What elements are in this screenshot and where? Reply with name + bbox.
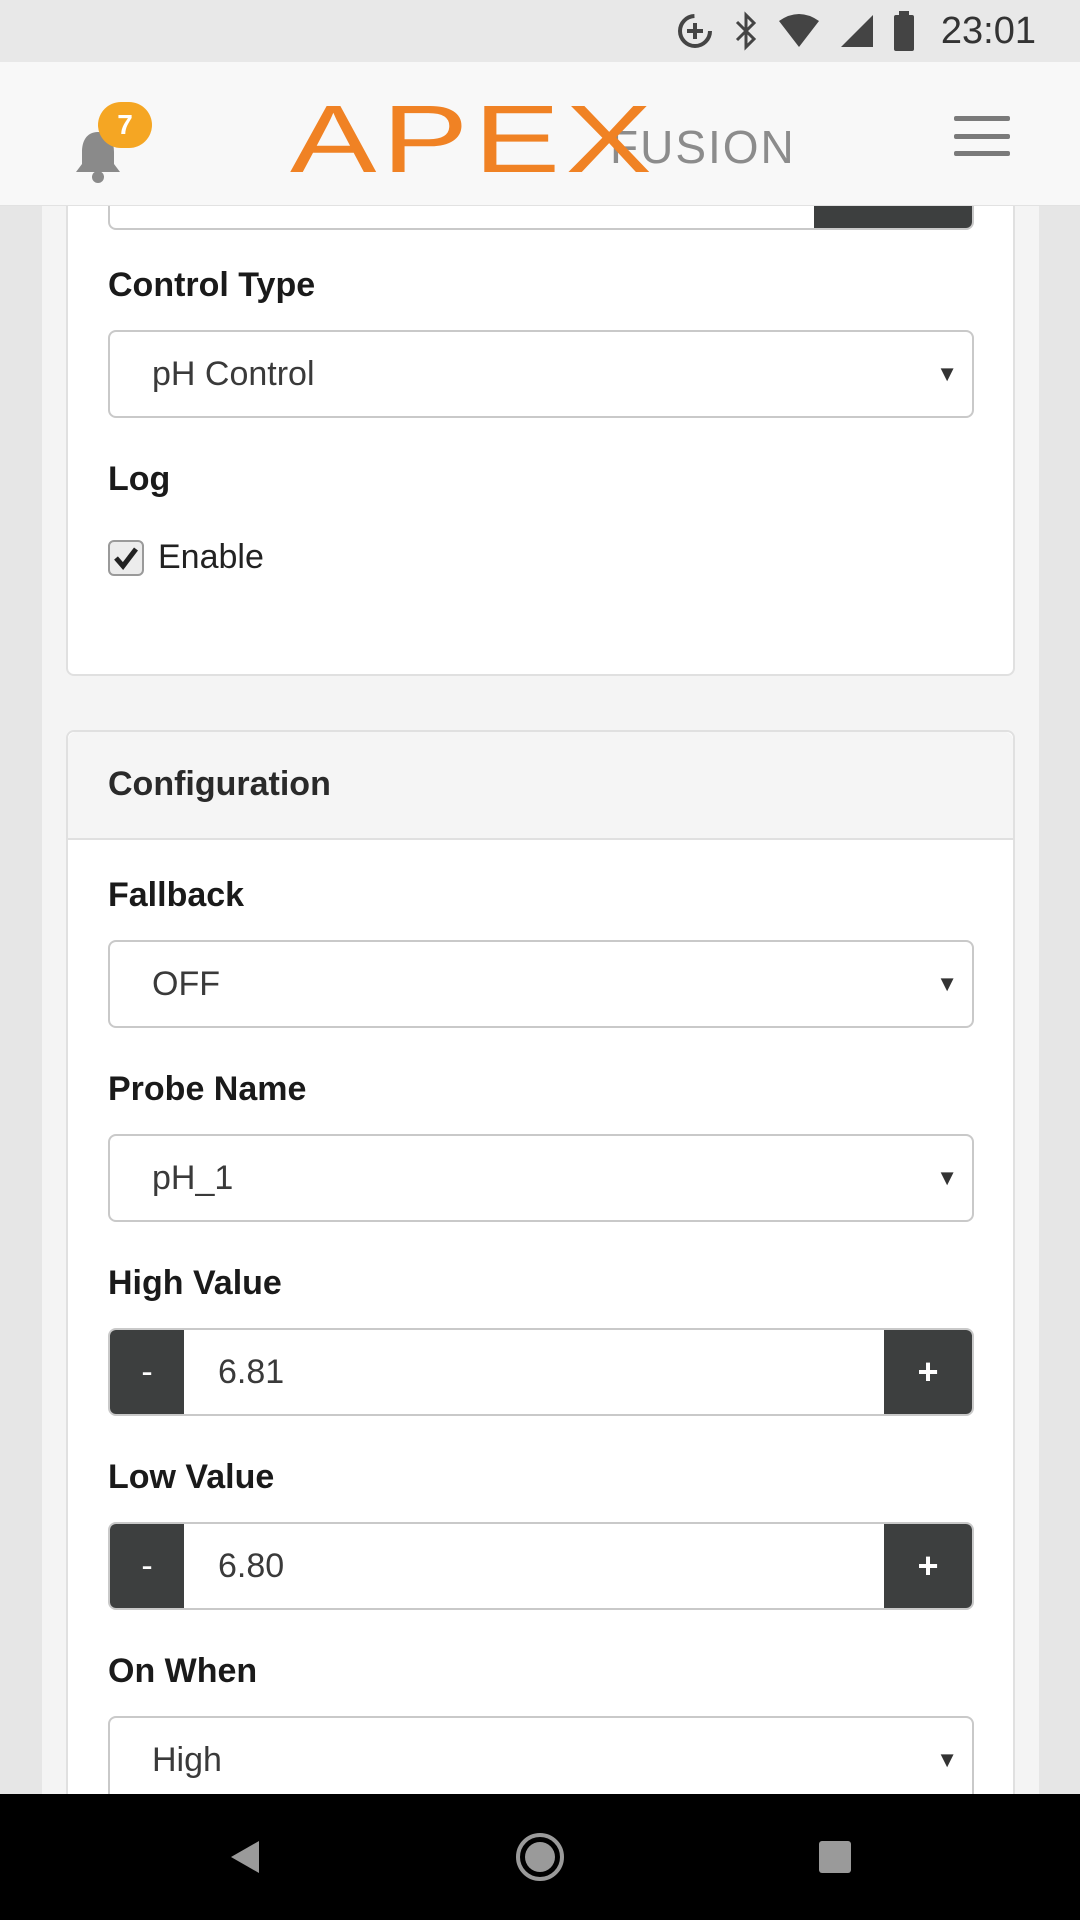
back-button[interactable] (210, 1794, 280, 1920)
apex-fusion-logo: APEX FUSION (290, 88, 796, 188)
status-icons: 23:01 (675, 0, 1080, 62)
wifi-icon (778, 14, 819, 47)
previous-field-button[interactable] (814, 206, 972, 228)
app-header: 7 APEX FUSION (0, 62, 1080, 206)
main-content[interactable]: Control Type pH Control ▼ Log Enable Con… (0, 206, 1080, 1794)
checkmark-icon (114, 546, 138, 570)
chevron-down-icon: ▼ (936, 1165, 958, 1190)
system-navigation-bar (0, 1794, 1080, 1920)
probe-name-value: pH_1 (152, 1159, 234, 1197)
previous-field-input[interactable] (108, 206, 974, 230)
configuration-header: Configuration (68, 732, 1013, 840)
notifications-button[interactable]: 7 (72, 102, 152, 183)
high-value-increment-button[interactable]: + (884, 1330, 972, 1414)
low-value-increment-button[interactable]: + (884, 1524, 972, 1608)
log-enable-checkbox-row[interactable]: Enable (108, 538, 264, 577)
control-type-select[interactable]: pH Control ▼ (108, 330, 974, 418)
battery-icon (893, 11, 914, 51)
bluetooth-icon (735, 11, 757, 51)
configuration-card: Configuration Fallback OFF ▼ Probe Name … (66, 730, 1015, 1794)
log-enable-label: Enable (158, 538, 264, 576)
logo-apex-text: APEX (290, 86, 658, 193)
chevron-down-icon: ▼ (936, 971, 958, 996)
general-settings-card: Control Type pH Control ▼ Log Enable (66, 206, 1015, 676)
menu-line-icon (954, 151, 1010, 156)
status-time: 23:01 (940, 9, 1036, 52)
recents-icon (819, 1841, 851, 1873)
low-value-label: Low Value (108, 1458, 275, 1496)
fallback-label: Fallback (108, 876, 245, 914)
on-when-label: On When (108, 1652, 258, 1690)
high-value-input[interactable]: 6.81 (218, 1330, 284, 1414)
low-value-stepper[interactable]: - 6.80 + (108, 1522, 974, 1610)
menu-line-icon (954, 116, 1010, 121)
recents-button[interactable] (800, 1794, 870, 1920)
low-value-input[interactable]: 6.80 (218, 1524, 284, 1608)
control-type-label: Control Type (108, 266, 316, 304)
log-enable-checkbox[interactable] (108, 539, 144, 576)
log-label: Log (108, 460, 171, 498)
probe-name-select[interactable]: pH_1 ▼ (108, 1134, 974, 1222)
home-icon (516, 1833, 564, 1881)
chevron-down-icon: ▼ (936, 1747, 958, 1772)
status-bar: 23:01 (0, 0, 1080, 62)
cell-signal-icon (840, 15, 873, 47)
menu-line-icon (954, 133, 1010, 139)
back-icon (231, 1841, 259, 1873)
chevron-down-icon: ▼ (936, 361, 958, 386)
fallback-value: OFF (152, 965, 220, 1003)
notification-count-badge: 7 (98, 102, 152, 148)
hamburger-menu-button[interactable] (950, 110, 1014, 162)
data-saver-icon (677, 14, 712, 48)
home-button[interactable] (505, 1794, 575, 1920)
high-value-label: High Value (108, 1264, 282, 1302)
on-when-value: High (152, 1741, 222, 1779)
high-value-decrement-button[interactable]: - (110, 1330, 184, 1414)
fallback-select[interactable]: OFF ▼ (108, 940, 974, 1028)
low-value-decrement-button[interactable]: - (110, 1524, 184, 1608)
on-when-select[interactable]: High ▼ (108, 1716, 974, 1794)
probe-name-label: Probe Name (108, 1070, 307, 1108)
high-value-stepper[interactable]: - 6.81 + (108, 1328, 974, 1416)
control-type-value: pH Control (152, 355, 315, 393)
configuration-title: Configuration (108, 765, 331, 803)
